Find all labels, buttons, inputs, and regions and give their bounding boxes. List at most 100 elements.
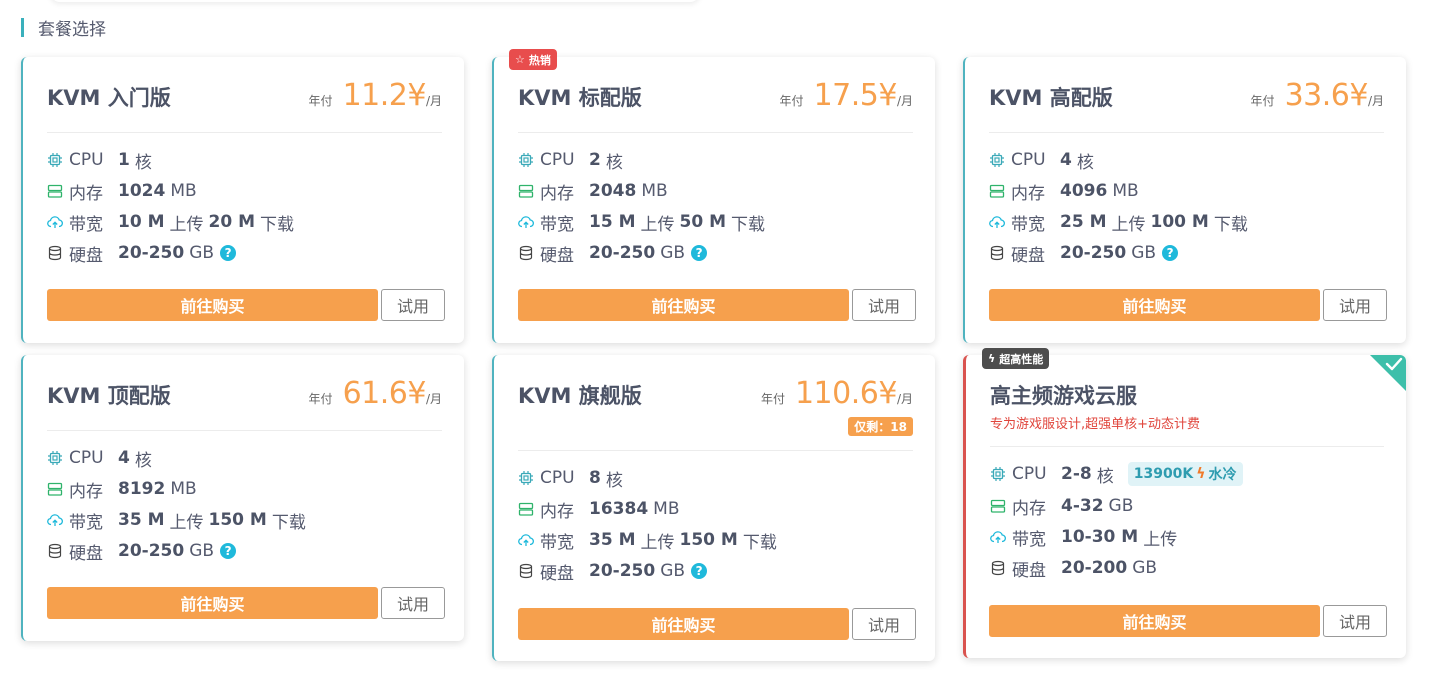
- spec-cpu: CPU 1核: [47, 148, 152, 173]
- try-button[interactable]: 试用: [381, 289, 445, 321]
- spec-label: CPU: [540, 150, 575, 170]
- spec-label: 内存: [69, 183, 103, 204]
- spec-unit: 核: [605, 152, 623, 173]
- plan-price: 年付 17.5¥ /月: [780, 78, 913, 113]
- buy-button[interactable]: 前往购买: [989, 289, 1320, 321]
- price-unit: /月: [896, 94, 913, 108]
- database-icon: [518, 245, 534, 261]
- try-button[interactable]: 试用: [852, 289, 916, 321]
- help-icon[interactable]: ?: [220, 543, 237, 559]
- cpu-icon: [989, 152, 1005, 168]
- spec-bandwidth: 带宽 35 M 上传 150 M 下载: [518, 528, 777, 553]
- plan-card-kvm-flagship[interactable]: KVM 旗舰版 年付 110.6¥ /月 仅剩：18 CPU 8核 内存 163…: [492, 355, 935, 661]
- plan-price: 年付 33.6¥ /月: [1251, 78, 1384, 113]
- spec-unit: 核: [134, 152, 152, 173]
- price-amount: 110.6¥: [794, 376, 897, 411]
- plan-card-game-server[interactable]: ϟ 超高性能 高主频游戏云服 专为游戏服设计,超强单核+动态计费 CPU 2-8 核…: [963, 348, 1406, 658]
- ribbon-label: 超高性能: [999, 352, 1044, 366]
- spec-label: 硬盘: [1011, 245, 1045, 266]
- spec-value: 1024: [118, 181, 166, 201]
- price-unit: /月: [1367, 94, 1384, 108]
- spec-download-label: 下载: [260, 214, 294, 235]
- spec-memory: 内存 4-32 GB: [990, 494, 1133, 519]
- spec-memory: 内存 2048 MB: [518, 179, 668, 204]
- spec-label: 带宽: [69, 512, 103, 533]
- plan-price: 年付 110.6¥ /月: [761, 376, 913, 411]
- try-button[interactable]: 试用: [1323, 605, 1387, 637]
- price-amount: 17.5¥: [813, 78, 898, 113]
- spec-download-value: 100 M: [1150, 212, 1209, 232]
- buy-button[interactable]: 前往购买: [518, 289, 849, 321]
- spec-cpu: CPU 4核: [989, 148, 1094, 173]
- cpu-icon: [47, 152, 63, 168]
- spec-value: 8: [589, 468, 601, 488]
- spec-unit: MB: [170, 479, 197, 499]
- spec-upload-label: 上传: [169, 214, 204, 235]
- plan-name: KVM 高配版: [989, 86, 1113, 110]
- spec-unit: MB: [653, 499, 680, 519]
- buy-button[interactable]: 前往购买: [518, 608, 849, 640]
- spec-value: 8192: [118, 479, 166, 499]
- try-button[interactable]: 试用: [852, 608, 916, 640]
- spec-bandwidth: 带宽 35 M 上传 150 M 下载: [47, 508, 306, 533]
- help-icon[interactable]: ?: [691, 245, 708, 261]
- spec-label: 内存: [1012, 498, 1046, 519]
- help-icon[interactable]: ?: [691, 563, 708, 579]
- spec-unit: MB: [170, 181, 197, 201]
- try-button[interactable]: 试用: [1323, 289, 1387, 321]
- spec-upload-label: 上传: [1143, 529, 1178, 550]
- spec-label: CPU: [1012, 464, 1047, 484]
- price-amount: 61.6¥: [342, 376, 427, 411]
- plan-card-kvm-high[interactable]: KVM 高配版 年付 33.6¥ /月 CPU 4核 内存 4096 MB 带宽 …: [963, 57, 1406, 343]
- spec-download-label: 下载: [742, 532, 777, 553]
- help-icon[interactable]: ?: [220, 245, 237, 261]
- card-divider: [518, 450, 913, 451]
- cpu-icon: [518, 470, 534, 486]
- spec-value: 2: [589, 150, 601, 170]
- plan-name: KVM 入门版: [47, 86, 171, 110]
- spec-label: 带宽: [1012, 529, 1046, 550]
- spec-upload-value: 25 M: [1060, 212, 1107, 232]
- spec-value: 20-250: [589, 243, 656, 263]
- spec-value: 20-200: [1061, 558, 1128, 578]
- plan-price: 年付 61.6¥ /月: [309, 376, 442, 411]
- top-panel-edge: [50, 0, 700, 2]
- spec-unit: GB: [189, 541, 215, 561]
- spec-label: 硬盘: [540, 245, 574, 266]
- buy-button[interactable]: 前往购买: [989, 605, 1320, 637]
- spec-value: 20-250: [1060, 243, 1127, 263]
- cpu-model: 13900K: [1133, 466, 1194, 482]
- price-period: 年付: [779, 94, 804, 108]
- cpu-cooling: 水冷: [1208, 467, 1237, 483]
- plan-card-kvm-standard[interactable]: ☆ 热销 KVM 标配版 年付 17.5¥ /月 CPU 2核 内存 2048 MB…: [492, 49, 935, 343]
- spec-label: 内存: [69, 481, 103, 502]
- spec-bandwidth: 带宽 10 M 上传 20 M 下载: [47, 210, 294, 235]
- price-unit: /月: [425, 392, 442, 406]
- try-button[interactable]: 试用: [381, 587, 445, 619]
- spec-unit: GB: [1132, 558, 1158, 578]
- memory-icon: [990, 498, 1006, 514]
- spec-label: 内存: [540, 183, 574, 204]
- help-icon[interactable]: ?: [1162, 245, 1179, 261]
- plan-price: 年付 11.2¥ /月: [309, 78, 442, 113]
- spec-download-value: 20 M: [208, 212, 256, 232]
- buy-button[interactable]: 前往购买: [47, 289, 378, 321]
- spec-unit: 核: [134, 450, 152, 471]
- spec-value: 4: [118, 448, 130, 468]
- cloud-upload-icon: [989, 214, 1005, 230]
- buy-button[interactable]: 前往购买: [47, 587, 378, 619]
- plan-name: KVM 标配版: [518, 86, 642, 110]
- plan-card-kvm-basic[interactable]: KVM 入门版 年付 11.2¥ /月 CPU 1核 内存 1024 MB 带宽 …: [21, 57, 464, 343]
- spec-value: 20-250: [118, 541, 185, 561]
- plan-name: 高主频游戏云服: [990, 384, 1137, 408]
- spec-unit: MB: [1112, 181, 1139, 201]
- spec-download-label: 下载: [271, 512, 306, 533]
- spec-label: 带宽: [540, 532, 574, 553]
- spec-unit: 核: [605, 470, 623, 491]
- plan-card-kvm-top[interactable]: KVM 顶配版 年付 61.6¥ /月 CPU 4核 内存 8192 MB 带宽 …: [21, 355, 464, 641]
- spec-label: 硬盘: [69, 245, 103, 266]
- spec-label: 带宽: [1011, 214, 1045, 235]
- card-divider: [47, 430, 442, 431]
- spec-download-value: 150 M: [208, 510, 267, 530]
- spec-label: 硬盘: [540, 563, 574, 584]
